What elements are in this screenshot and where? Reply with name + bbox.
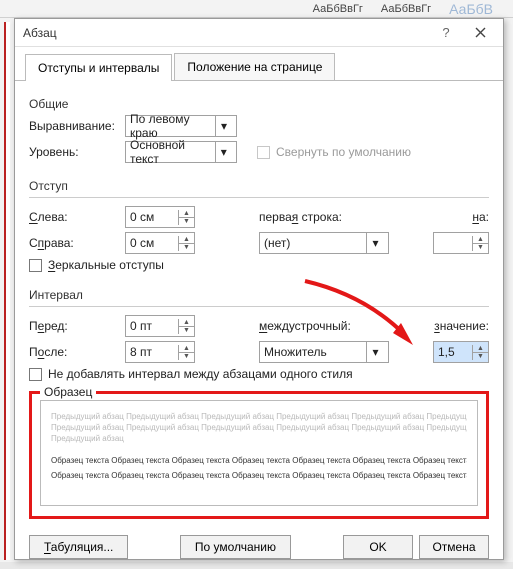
dialog-tabs: Отступы и интервалы Положение на страниц…: [15, 47, 503, 81]
spin-down-icon[interactable]: ▼: [178, 327, 194, 334]
line-spacing-value: Множитель: [264, 345, 327, 359]
first-line-by-spinner[interactable]: ▲▼: [433, 232, 489, 254]
spin-down-icon[interactable]: ▼: [178, 244, 194, 251]
collapse-by-default-checkbox: Свернуть по умолчанию: [257, 145, 411, 159]
space-before-value: 0 пт: [126, 319, 178, 333]
line-spacing-at-spinner[interactable]: 1,5 ▲▼: [433, 341, 489, 363]
help-button[interactable]: ?: [429, 22, 463, 44]
spin-up-icon[interactable]: ▲: [178, 210, 194, 218]
space-before-spinner[interactable]: 0 пт ▲▼: [125, 315, 195, 337]
spin-down-icon[interactable]: ▼: [178, 218, 194, 225]
space-after-label: После:: [29, 345, 125, 359]
close-button[interactable]: [463, 22, 497, 44]
spin-up-icon[interactable]: ▲: [178, 236, 194, 244]
alignment-value: По левому краю: [130, 112, 215, 140]
spin-down-icon[interactable]: ▼: [178, 353, 194, 360]
chevron-down-icon: ▾: [366, 342, 384, 362]
preview-canvas: Предыдущий абзац Предыдущий абзац Предыд…: [40, 400, 478, 506]
preview-title: Образец: [40, 385, 96, 399]
alignment-label: Выравнивание:: [29, 119, 125, 133]
spin-up-icon[interactable]: ▲: [178, 319, 194, 327]
mirror-indents-checkbox[interactable]: Зеркальные отступы: [29, 258, 164, 272]
indent-right-label: Справа:: [29, 236, 125, 250]
no-space-same-style-label: Не добавлять интервал между абзацами одн…: [48, 367, 353, 381]
line-spacing-select[interactable]: Множитель ▾: [259, 341, 389, 363]
space-after-value: 8 пт: [126, 345, 178, 359]
indent-right-spinner[interactable]: 0 см ▲▼: [125, 232, 195, 254]
first-line-by-label: на:: [472, 210, 489, 224]
style-preview-3[interactable]: АаБбВ: [445, 0, 497, 18]
style-preview-2[interactable]: АаБбВвГг: [377, 2, 435, 16]
ok-button[interactable]: OK: [343, 535, 413, 559]
spin-down-icon[interactable]: ▼: [472, 353, 488, 360]
document-edge: [4, 22, 10, 560]
outline-level-select[interactable]: Основной текст ▾: [125, 141, 237, 163]
tab-line-page-breaks[interactable]: Положение на странице: [174, 53, 335, 80]
spin-up-icon[interactable]: ▲: [472, 345, 488, 353]
line-spacing-at-label: значение:: [434, 319, 489, 333]
no-space-same-style-checkbox[interactable]: Не добавлять интервал между абзацами одн…: [29, 367, 353, 381]
close-icon: [475, 27, 486, 38]
collapse-by-default-label: Свернуть по умолчанию: [276, 145, 411, 159]
space-before-label: Перед:: [29, 319, 125, 333]
group-title-indent: Отступ: [29, 179, 489, 193]
mirror-indents-label: Зеркальные отступы: [48, 258, 164, 272]
chevron-down-icon: ▾: [366, 233, 384, 253]
ribbon-style-gallery: АаБбВвГг АаБбВвГг АаБбВ: [309, 0, 497, 18]
indent-left-label: Слева:: [29, 210, 125, 224]
line-spacing-label: междустрочный:: [259, 319, 369, 333]
preview-fieldset: Образец Предыдущий абзац Предыдущий абза…: [29, 391, 489, 519]
indent-left-spinner[interactable]: 0 см ▲▼: [125, 206, 195, 228]
dialog-title: Абзац: [21, 26, 429, 40]
indent-right-value: 0 см: [126, 236, 178, 250]
spin-up-icon[interactable]: ▲: [472, 236, 488, 244]
first-line-label: первая строка:: [259, 210, 369, 224]
first-line-select[interactable]: (нет) ▾: [259, 232, 389, 254]
first-line-value: (нет): [264, 236, 290, 250]
style-preview-1[interactable]: АаБбВвГг: [309, 2, 367, 16]
group-title-general: Общие: [29, 97, 489, 111]
chevron-down-icon: ▾: [215, 142, 232, 162]
group-title-spacing: Интервал: [29, 288, 489, 302]
spin-up-icon[interactable]: ▲: [178, 345, 194, 353]
indent-left-value: 0 см: [126, 210, 178, 224]
tab-indents-spacing[interactable]: Отступы и интервалы: [25, 54, 172, 81]
alignment-select[interactable]: По левому краю ▾: [125, 115, 237, 137]
space-after-spinner[interactable]: 8 пт ▲▼: [125, 341, 195, 363]
preview-previous-paragraph: Предыдущий абзац Предыдущий абзац Предыд…: [51, 411, 467, 445]
chevron-down-icon: ▾: [215, 116, 232, 136]
outline-level-value: Основной текст: [130, 138, 215, 166]
cancel-button[interactable]: Отмена: [419, 535, 489, 559]
spin-down-icon[interactable]: ▼: [472, 244, 488, 251]
set-default-button[interactable]: По умолчанию: [180, 535, 291, 559]
outline-level-label: Уровень:: [29, 145, 125, 159]
line-spacing-at-value: 1,5: [434, 345, 472, 359]
preview-sample-paragraph: Образец текста Образец текста Образец те…: [51, 453, 467, 483]
paragraph-dialog: Абзац ? Отступы и интервалы Положение на…: [14, 18, 504, 560]
tabs-button[interactable]: Табуляция...: [29, 535, 128, 559]
